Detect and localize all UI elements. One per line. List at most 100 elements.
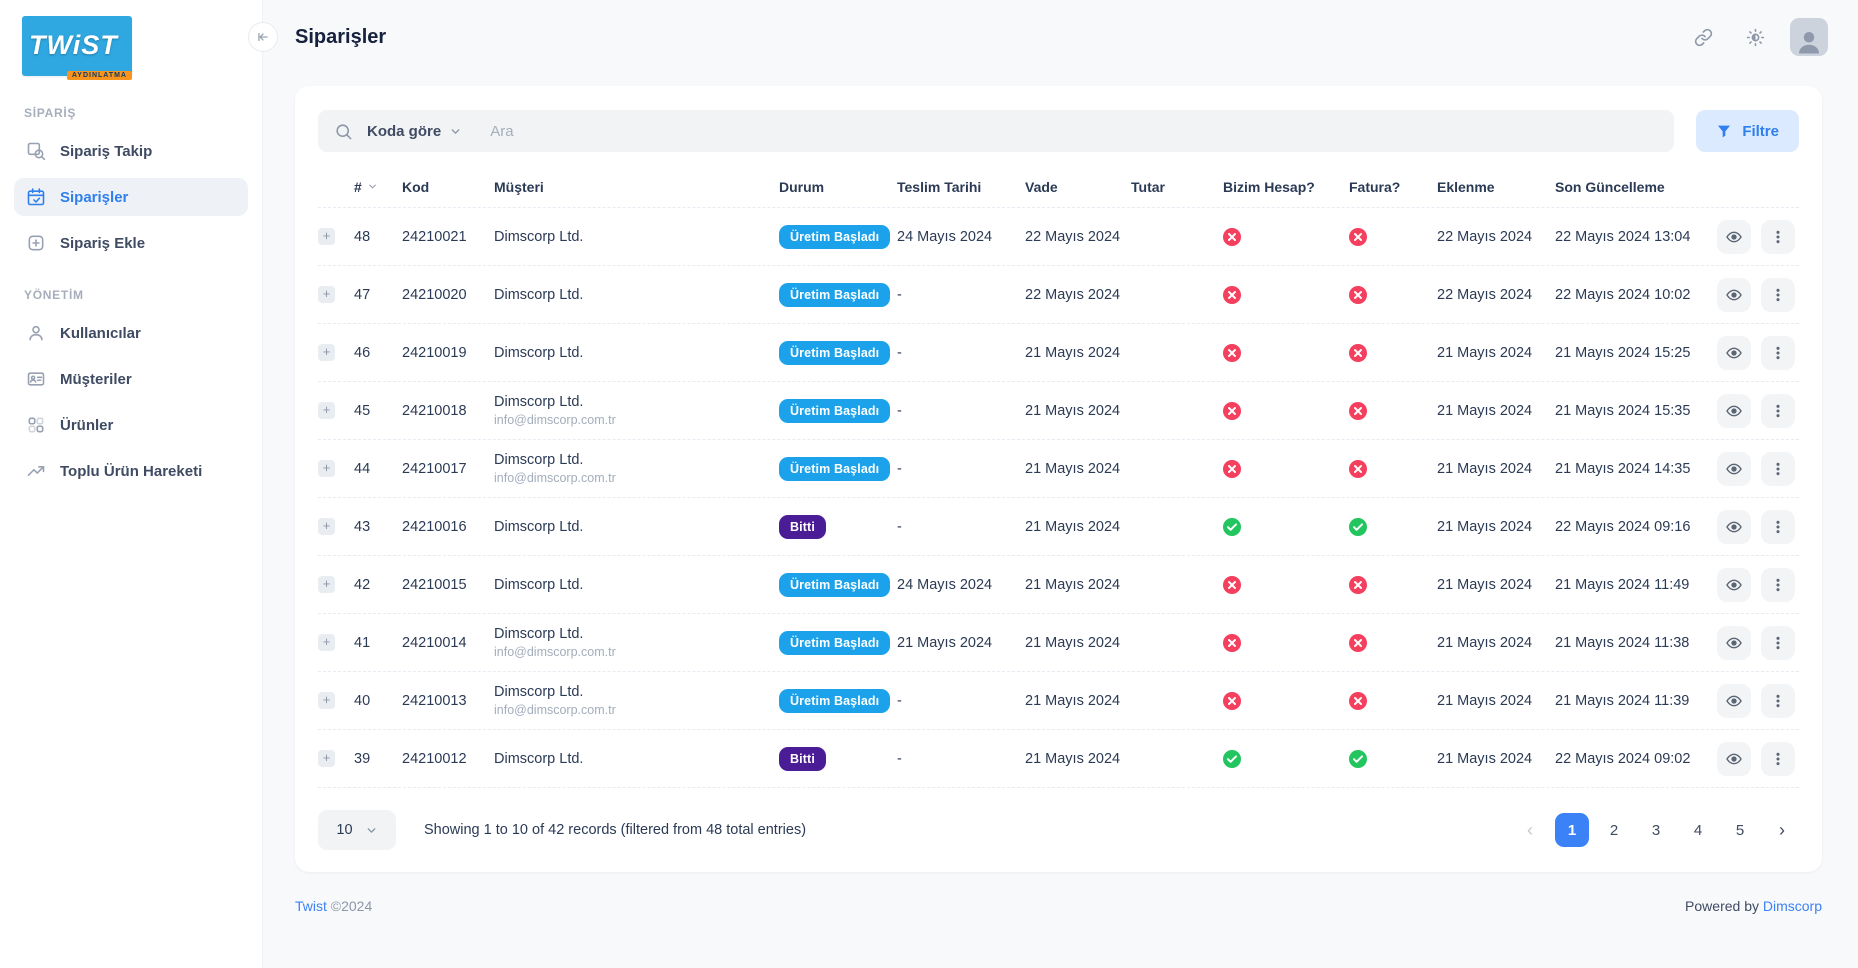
sidebar-collapse-button[interactable] [248,22,278,52]
view-row-button[interactable] [1717,336,1751,370]
theme-toggle-button[interactable] [1738,20,1772,54]
page-button-2[interactable]: 2 [1597,813,1631,847]
view-row-button[interactable] [1717,742,1751,776]
table-body: + 48 24210021 Dimscorp Ltd. Üretim Başla… [318,208,1799,788]
page-button-1[interactable]: 1 [1555,813,1589,847]
our-account-status [1223,228,1345,246]
dimscorp-link[interactable]: Dimscorp [1763,898,1822,914]
customer-cell: Dimscorp Ltd. [494,229,775,245]
column-header-son-guncelleme[interactable]: Son Güncelleme [1555,179,1707,195]
customer-email: info@dimscorp.com.tr [494,703,775,717]
sidebar-item-musteriler[interactable]: Müşteriler [14,360,248,398]
sidebar-item-urunler[interactable]: Ürünler [14,406,248,444]
expand-row-button[interactable]: + [318,228,335,245]
updated-date: 21 Mayıs 2024 11:39 [1555,693,1707,709]
expand-row-button[interactable]: + [318,634,335,651]
row-menu-button[interactable] [1761,568,1795,602]
created-date: 21 Mayıs 2024 [1437,693,1551,709]
expand-row-button[interactable]: + [318,576,335,593]
row-menu-button[interactable] [1761,394,1795,428]
previous-page-button[interactable]: ‹ [1513,813,1547,847]
vertical-dots-icon [1770,751,1786,767]
user-avatar[interactable] [1790,18,1828,56]
sidebar-item-toplu-urun-hareketi[interactable]: Toplu Ürün Hareketi [14,452,248,490]
due-date: 21 Mayıs 2024 [1025,635,1127,651]
delivery-date: - [897,287,1021,303]
filter-button[interactable]: Filtre [1696,110,1799,152]
order-search-icon [26,141,46,161]
view-row-button[interactable] [1717,394,1751,428]
table-row[interactable]: + 46 24210019 Dimscorp Ltd. Üretim Başla… [318,324,1799,382]
view-row-button[interactable] [1717,626,1751,660]
page-button-5[interactable]: 5 [1723,813,1757,847]
delivery-date: 21 Mayıs 2024 [897,635,1021,651]
column-header-tutar[interactable]: Tutar [1131,179,1219,195]
row-menu-button[interactable] [1761,452,1795,486]
twist-footer-link[interactable]: Twist [295,898,327,914]
table-row[interactable]: + 45 24210018 Dimscorp Ltd. info@dimscor… [318,382,1799,440]
table-row[interactable]: + 47 24210020 Dimscorp Ltd. Üretim Başla… [318,266,1799,324]
row-id: 48 [354,229,398,245]
sidebar-item-siparisler[interactable]: Siparişler [14,178,248,216]
row-menu-button[interactable] [1761,220,1795,254]
column-header-bizim-hesap[interactable]: Bizim Hesap? [1223,179,1345,195]
expand-row-button[interactable]: + [318,460,335,477]
link-icon [1694,28,1713,47]
nav-section: SİPARİŞSipariş TakipSiparişlerSipariş Ek… [14,106,248,262]
view-row-button[interactable] [1717,684,1751,718]
search-field-selector[interactable]: Koda göre [367,123,462,140]
column-header-durum[interactable]: Durum [779,179,893,195]
column-header-id[interactable]: # [354,179,398,195]
view-row-button[interactable] [1717,510,1751,544]
row-menu-button[interactable] [1761,510,1795,544]
page-size-select[interactable]: 10 [318,810,396,850]
column-header-kod[interactable]: Kod [402,179,490,195]
sidebar-item-siparis-ekle[interactable]: Sipariş Ekle [14,224,248,262]
sort-chevron-icon [367,181,378,192]
table-row[interactable]: + 39 24210012 Dimscorp Ltd. Bitti - 21 M… [318,730,1799,788]
delivery-date: - [897,403,1021,419]
order-code: 24210020 [402,287,490,303]
row-menu-button[interactable] [1761,684,1795,718]
expand-row-button[interactable]: + [318,286,335,303]
page-button-3[interactable]: 3 [1639,813,1673,847]
search-input[interactable] [476,123,1658,140]
expand-row-button[interactable]: + [318,750,335,767]
table-row[interactable]: + 41 24210014 Dimscorp Ltd. info@dimscor… [318,614,1799,672]
table-row[interactable]: + 42 24210015 Dimscorp Ltd. Üretim Başla… [318,556,1799,614]
column-header-fatura[interactable]: Fatura? [1349,179,1433,195]
view-row-button[interactable] [1717,568,1751,602]
twist-logo[interactable]: TWiST AYDINLATMA [22,16,132,76]
next-page-button[interactable]: › [1765,813,1799,847]
table-row[interactable]: + 40 24210013 Dimscorp Ltd. info@dimscor… [318,672,1799,730]
our-account-status [1223,518,1345,536]
footer-right: Powered by Dimscorp [1685,898,1822,914]
expand-row-button[interactable]: + [318,518,335,535]
share-link-button[interactable] [1686,20,1720,54]
eye-icon [1726,751,1742,767]
vertical-dots-icon [1770,403,1786,419]
our-account-status [1223,460,1345,478]
column-header-vade[interactable]: Vade [1025,179,1127,195]
table-row[interactable]: + 48 24210021 Dimscorp Ltd. Üretim Başla… [318,208,1799,266]
view-row-button[interactable] [1717,278,1751,312]
view-row-button[interactable] [1717,220,1751,254]
updated-date: 22 Mayıs 2024 09:02 [1555,751,1707,767]
sidebar-item-siparis-takip[interactable]: Sipariş Takip [14,132,248,170]
column-header-teslim-tarihi[interactable]: Teslim Tarihi [897,179,1021,195]
expand-row-button[interactable]: + [318,402,335,419]
column-header-eklenme[interactable]: Eklenme [1437,179,1551,195]
row-menu-button[interactable] [1761,742,1795,776]
row-menu-button[interactable] [1761,626,1795,660]
page-button-4[interactable]: 4 [1681,813,1715,847]
view-row-button[interactable] [1717,452,1751,486]
table-row[interactable]: + 44 24210017 Dimscorp Ltd. info@dimscor… [318,440,1799,498]
column-header-musteri[interactable]: Müşteri [494,179,775,195]
expand-row-button[interactable]: + [318,692,335,709]
expand-row-button[interactable]: + [318,344,335,361]
table-row[interactable]: + 43 24210016 Dimscorp Ltd. Bitti - 21 M… [318,498,1799,556]
sidebar-item-kullanicilar[interactable]: Kullanıcılar [14,314,248,352]
row-menu-button[interactable] [1761,278,1795,312]
check-circle-icon [1223,518,1241,536]
row-menu-button[interactable] [1761,336,1795,370]
